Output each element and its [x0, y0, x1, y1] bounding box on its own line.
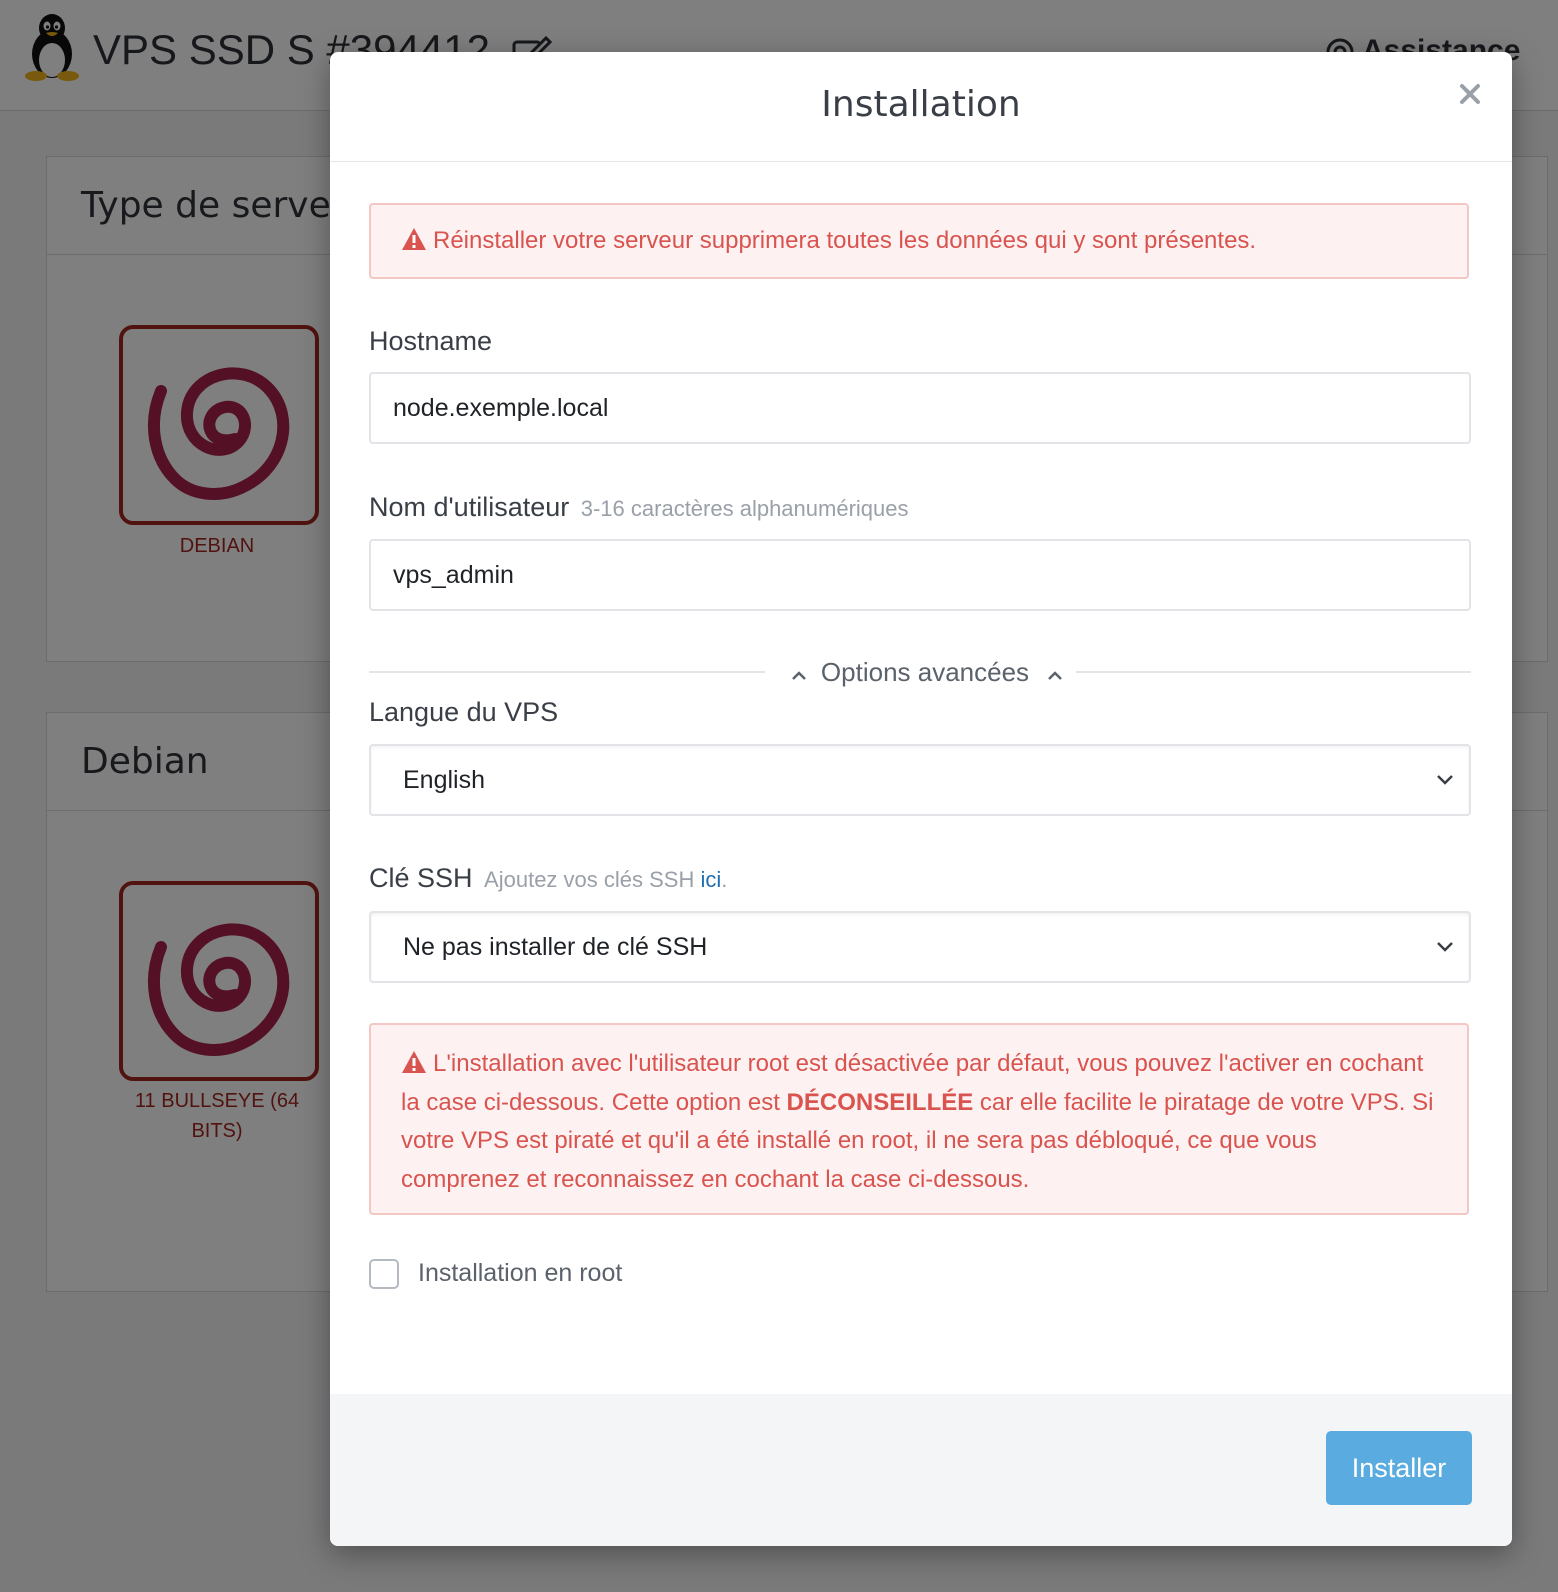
username-field[interactable]: vps_admin [369, 539, 1471, 611]
username-hint: 3-16 caractères alphanumériques [580, 496, 909, 521]
modal-header: Installation [330, 52, 1512, 162]
hostname-field[interactable]: node.exemple.local [369, 372, 1471, 444]
reinstall-warning-text: Réinstaller votre serveur supprimera tou… [433, 227, 1257, 254]
divider-line-left [369, 671, 765, 673]
root-install-checkbox[interactable] [369, 1259, 399, 1289]
root-warning-alert: L'installation avec l'utilisateur root e… [369, 1023, 1469, 1215]
advanced-options-label: Options avancées [820, 657, 1030, 687]
advanced-options-toggle[interactable]: Options avancées [782, 657, 1072, 688]
username-label-row: Nom d'utilisateur 3-16 caractères alphan… [369, 492, 909, 523]
ssh-hint-text: Ajoutez vos clés SSH [484, 867, 695, 892]
ssh-keys-link[interactable]: ici [700, 867, 721, 892]
root-warning-emphasis: DÉCONSEILLÉE [786, 1088, 974, 1116]
username-label: Nom d'utilisateur [369, 492, 570, 522]
ssh-key-select[interactable]: Ne pas installer de clé SSH [369, 911, 1471, 983]
username-value: vps_admin [393, 561, 514, 589]
chevron-down-icon [1437, 775, 1453, 785]
language-selected: English [403, 766, 485, 794]
language-label: Langue du VPS [369, 697, 559, 727]
ssh-key-selected: Ne pas installer de clé SSH [403, 933, 708, 961]
ssh-hint-suffix: . [721, 867, 728, 892]
warning-icon [402, 228, 426, 250]
ssh-label-row: Clé SSH Ajoutez vos clés SSH ici. [369, 863, 727, 894]
modal-footer: Installer [330, 1394, 1512, 1546]
close-icon[interactable] [1458, 82, 1482, 106]
root-install-label[interactable]: Installation en root [418, 1259, 622, 1288]
warning-icon [402, 1051, 426, 1073]
hostname-label: Hostname [369, 326, 493, 356]
ssh-key-label: Clé SSH [369, 863, 473, 893]
ssh-key-hint: Ajoutez vos clés SSH ici. [484, 867, 727, 892]
language-select[interactable]: English [369, 744, 1471, 816]
modal-title: Installation [821, 84, 1021, 125]
chevron-up-icon [1048, 671, 1062, 680]
chevron-down-icon [1437, 942, 1453, 952]
reinstall-warning-alert: Réinstaller votre serveur supprimera tou… [369, 203, 1469, 279]
hostname-value: node.exemple.local [393, 394, 609, 422]
divider-line-right [1076, 671, 1471, 673]
chevron-up-icon [792, 671, 806, 680]
install-button[interactable]: Installer [1326, 1431, 1472, 1505]
installation-modal: Installation Réinstaller votre serveur s… [330, 52, 1512, 1546]
advanced-options-divider: Options avancées [369, 657, 1471, 687]
